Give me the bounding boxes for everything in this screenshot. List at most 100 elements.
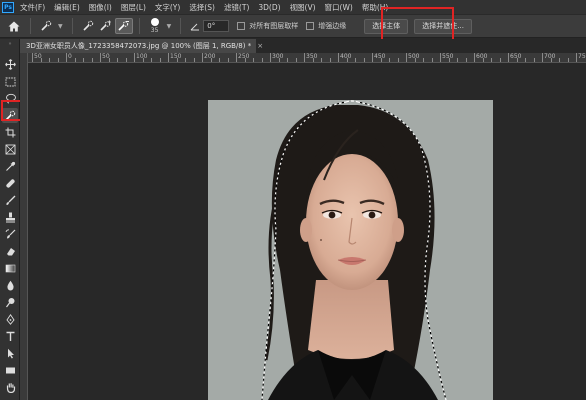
ruler-tick (304, 53, 305, 62)
gradient-tool[interactable] (2, 261, 18, 276)
portrait-photo[interactable] (208, 100, 493, 400)
brush-picker[interactable]: 35 (146, 16, 164, 36)
ruler-minor-tick (397, 58, 399, 62)
brush-size-value: 35 (150, 27, 159, 34)
ruler-minor-tick (491, 58, 492, 62)
document-tab-title: 3D亚洲女职员人像_1723358472073.jpg @ 100% (图层 1… (26, 42, 252, 50)
ruler-minor-tick (117, 58, 118, 62)
menu-image[interactable]: 图像(I) (89, 2, 112, 13)
angle-input[interactable]: 0° (203, 20, 230, 32)
enhance-edge-checkbox[interactable]: 增强边缘 (306, 21, 346, 31)
angle-icon (190, 23, 200, 30)
home-icon (8, 21, 20, 31)
quick-selection-icon (83, 20, 93, 31)
ruler-minor-tick (91, 58, 93, 62)
ruler-minor-tick (559, 58, 560, 62)
ruler-minor-tick (389, 58, 390, 62)
bandage-icon (5, 179, 15, 188)
ruler-label: 750 (578, 53, 586, 60)
chevron-down-icon[interactable]: ▼ (167, 23, 172, 30)
close-icon[interactable]: × (257, 42, 263, 50)
history-brush-tool[interactable] (2, 227, 18, 242)
vertical-ruler (20, 53, 28, 400)
pen-tool[interactable] (2, 312, 18, 327)
menu-type[interactable]: 文字(Y) (155, 2, 180, 13)
eyedropper-tool[interactable] (2, 159, 18, 174)
rectangle-tool[interactable] (2, 363, 18, 378)
home-button[interactable] (4, 17, 24, 35)
menu-window[interactable]: 窗口(W) (325, 2, 353, 13)
gradient-icon (5, 264, 15, 273)
ruler-minor-tick (448, 58, 450, 62)
menu-filter[interactable]: 滤镜(T) (224, 2, 249, 13)
ruler-minor-tick (210, 58, 212, 62)
ruler-minor-tick (465, 58, 467, 62)
ruler-tick (202, 53, 203, 62)
eraser-icon (6, 248, 15, 256)
ruler-minor-tick (244, 58, 246, 62)
menu-select[interactable]: 选择(S) (189, 2, 215, 13)
angle-control (187, 18, 203, 34)
canvas-area[interactable] (29, 64, 586, 400)
ruler-minor-tick (227, 58, 229, 62)
quick-selection-tool-highlight (1, 100, 22, 121)
ruler-minor-tick (533, 58, 535, 62)
options-bar: ▼ 35 ▼ 0° 对所有图层取样 增强边缘 选择主体 选择并遮住... (0, 14, 586, 38)
quick-selection-icon (41, 20, 52, 31)
checkbox-box (306, 22, 315, 30)
marquee-icon (5, 77, 15, 86)
add-to-selection-button[interactable] (97, 18, 115, 34)
marquee-tool[interactable] (2, 74, 18, 89)
ruler-tick (134, 53, 135, 62)
ruler-tick (576, 53, 577, 62)
menu-3d[interactable]: 3D(D) (258, 3, 280, 12)
crop-icon (5, 127, 15, 138)
ruler-tick (338, 53, 339, 62)
new-selection-button[interactable] (79, 18, 97, 34)
path-selection-tool[interactable] (2, 346, 18, 361)
menu-layer[interactable]: 图层(L) (121, 2, 146, 13)
menu-view[interactable]: 视图(V) (290, 2, 316, 13)
dodge-icon (5, 298, 14, 308)
move-tool[interactable] (2, 57, 18, 72)
ruler-minor-tick (329, 58, 331, 62)
ruler-minor-tick (482, 58, 484, 62)
ruler-minor-tick (219, 58, 220, 62)
photoshop-logo[interactable]: Ps (2, 1, 14, 13)
ruler-minor-tick (261, 58, 263, 62)
move-icon (4, 59, 16, 70)
chevron-down-icon[interactable]: ▼ (58, 23, 63, 30)
panel-grip-icon[interactable]: » (3, 41, 17, 47)
menu-edit[interactable]: 编辑(E) (54, 2, 80, 13)
stamp-icon (5, 212, 15, 223)
document-tab[interactable]: 3D亚洲女职员人像_1723358472073.jpg @ 100% (图层 1… (20, 39, 263, 53)
menu-file[interactable]: 文件(F) (20, 2, 45, 13)
eyedropper-icon (5, 161, 15, 171)
tool-preset-picker[interactable] (37, 18, 55, 34)
subtract-from-selection-button[interactable] (114, 18, 133, 34)
hand-tool[interactable] (2, 380, 18, 395)
ruler-minor-tick (142, 58, 144, 62)
ruler-minor-tick (253, 58, 254, 62)
healing-brush-tool[interactable] (2, 176, 18, 191)
divider (138, 18, 140, 34)
frame-tool[interactable] (2, 142, 18, 157)
ruler-minor-tick (83, 58, 84, 62)
type-tool[interactable] (2, 329, 18, 344)
clone-stamp-tool[interactable] (2, 210, 18, 225)
sample-all-layers-checkbox[interactable]: 对所有图层取样 (237, 21, 298, 31)
brush-icon (5, 195, 15, 205)
eraser-tool[interactable] (2, 244, 18, 259)
dodge-tool[interactable] (2, 295, 18, 310)
brush-tool[interactable] (2, 193, 18, 208)
ruler-minor-tick (346, 58, 348, 62)
ruler-minor-tick (151, 58, 152, 62)
ruler-tick (474, 53, 475, 62)
divider (30, 18, 31, 34)
blur-tool[interactable] (2, 278, 18, 293)
ruler-tick (66, 53, 67, 62)
hand-icon (6, 383, 15, 393)
history-brush-icon (5, 229, 15, 239)
ruler-minor-tick (321, 58, 322, 62)
crop-tool[interactable] (2, 125, 18, 140)
